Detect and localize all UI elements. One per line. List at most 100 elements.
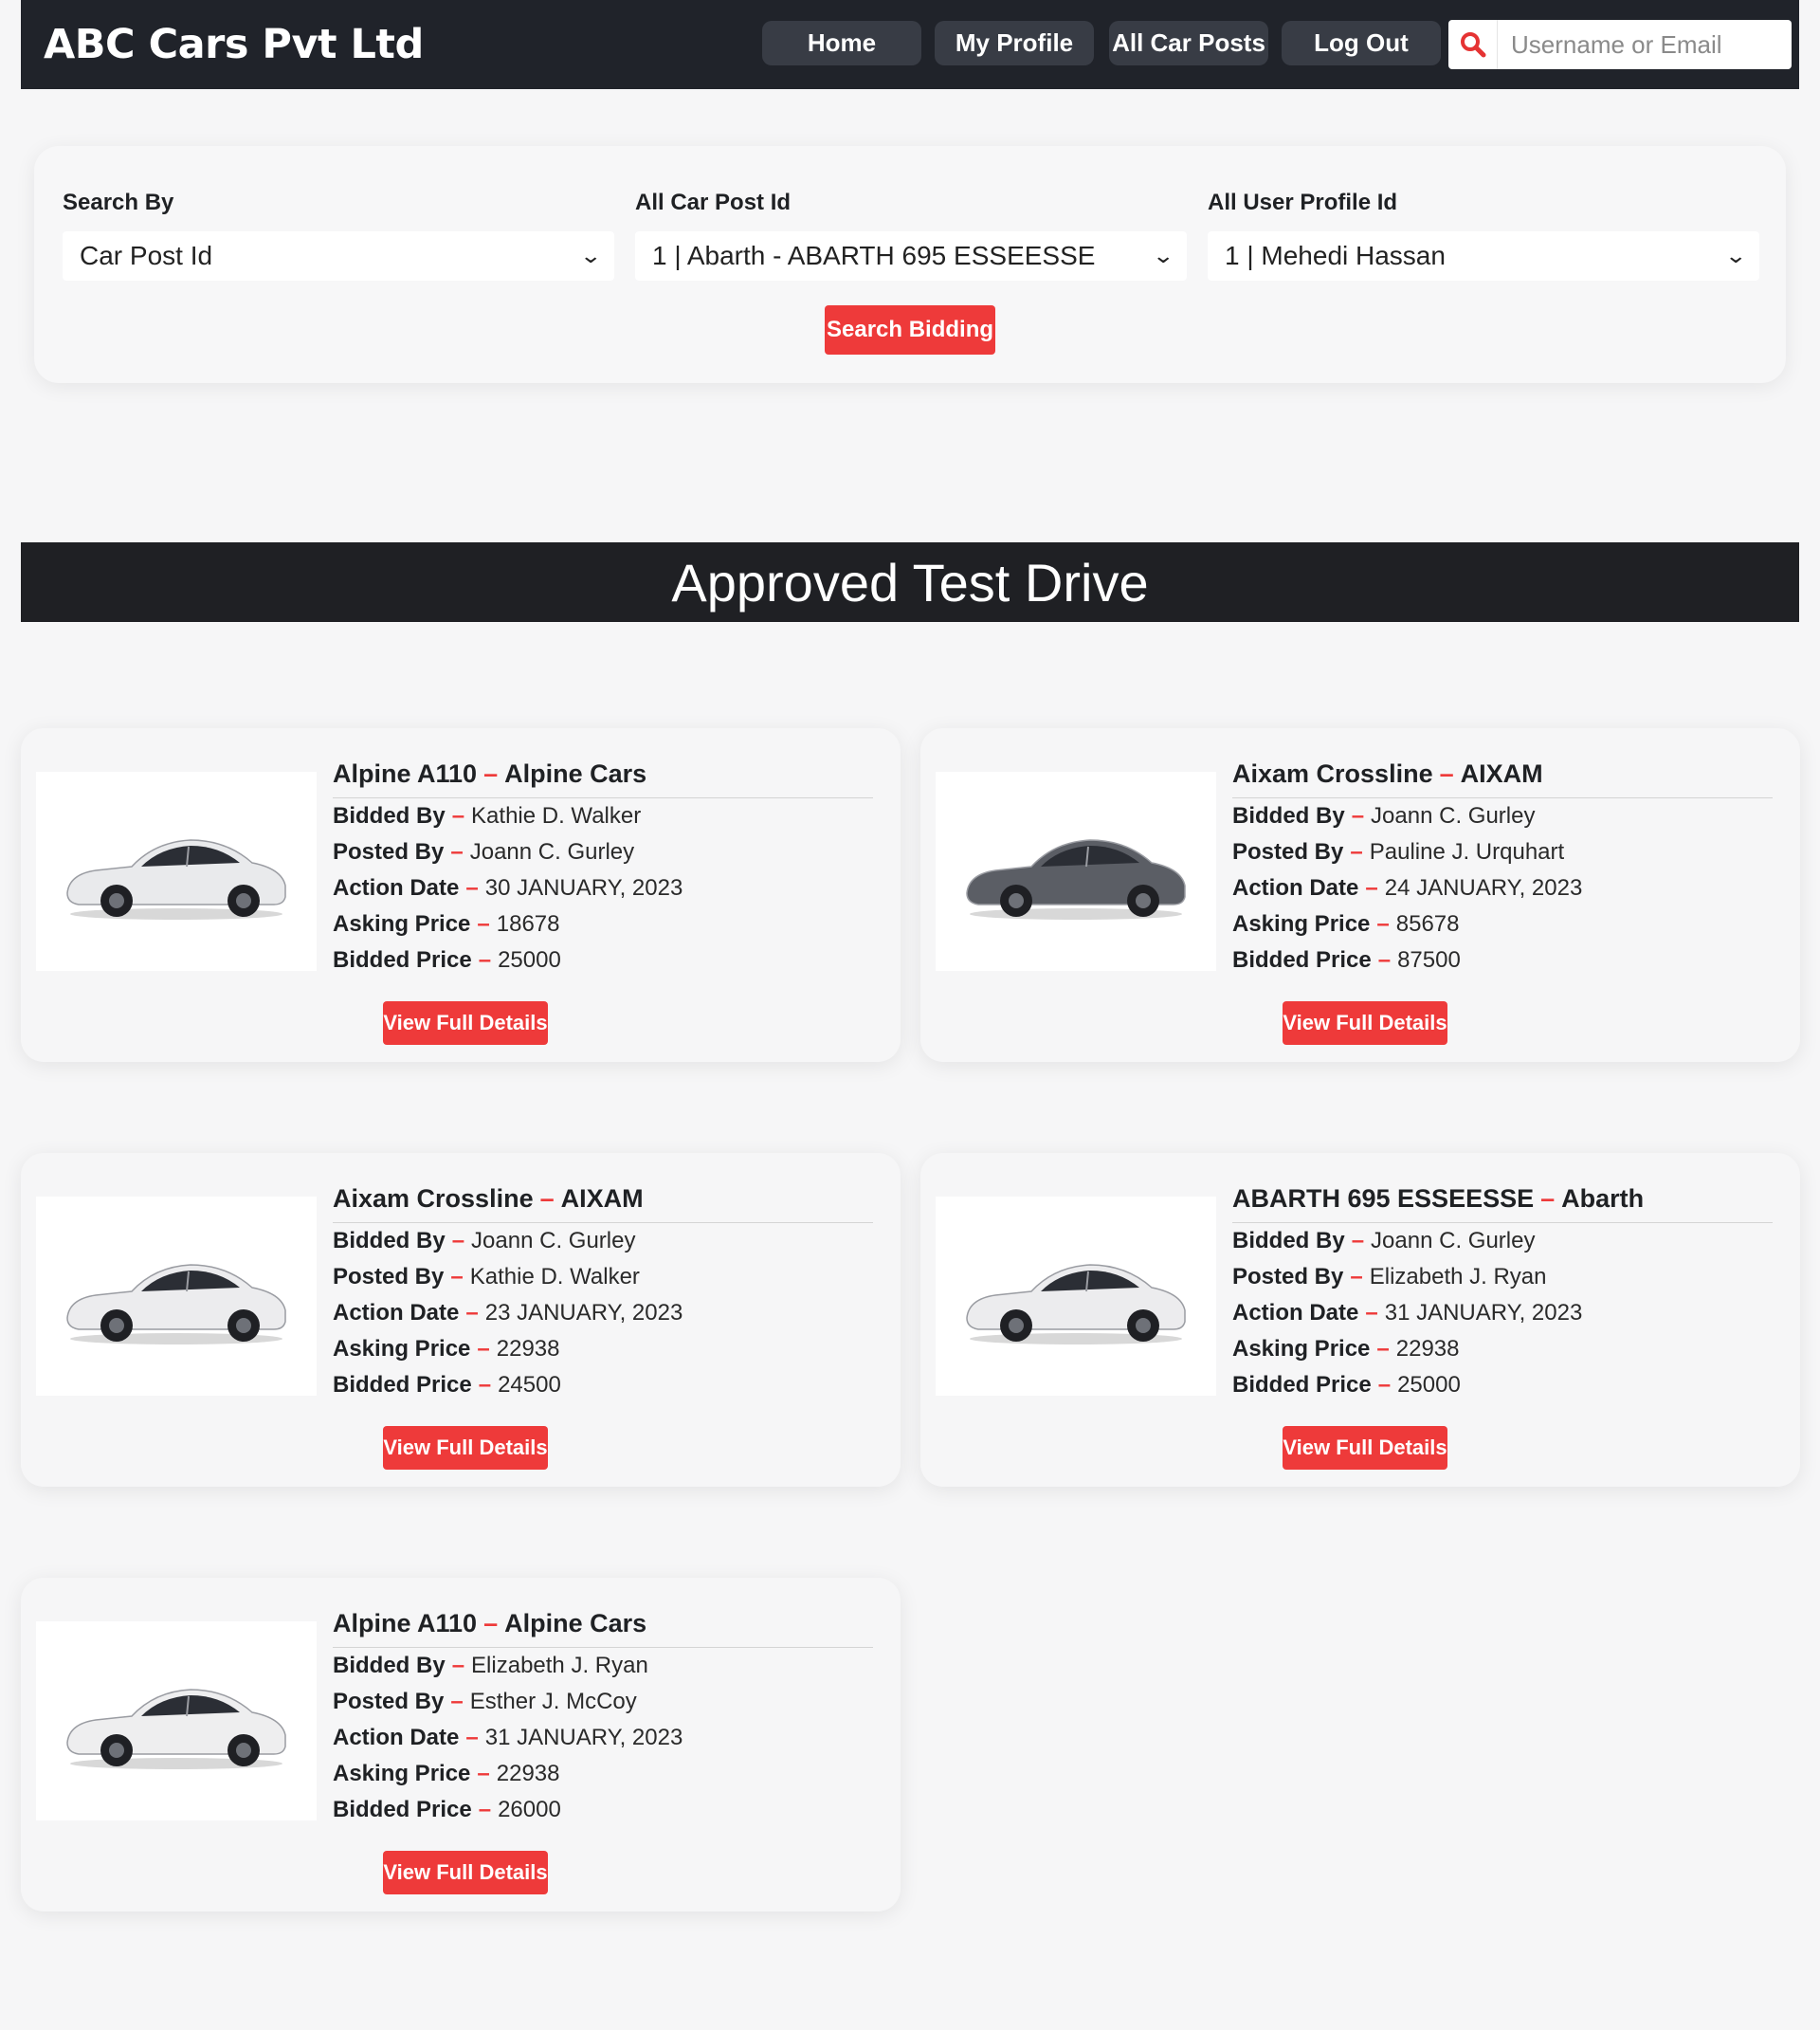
card-title: Alpine A110– Alpine Cars bbox=[333, 755, 873, 798]
car-model: Alpine A110 bbox=[333, 1609, 478, 1637]
posted-by-value: Esther J. McCoy bbox=[469, 1689, 637, 1714]
search-bidding-button[interactable]: Search Bidding bbox=[825, 305, 995, 355]
action-date-row: Action Date –30 JANUARY, 2023 bbox=[333, 870, 873, 906]
chevron-down-icon: ⌄ bbox=[578, 244, 602, 267]
posted-by-label: Posted By bbox=[1232, 1264, 1344, 1289]
nav-home-button[interactable]: Home bbox=[762, 21, 921, 65]
posted-by-value: Pauline J. Urquhart bbox=[1369, 839, 1565, 865]
test-drive-card: Aixam Crossline – AIXAM Bidded By – Joann C.… bbox=[21, 1153, 901, 1487]
posted-by-row: Posted By – Pauline J. Urquhart bbox=[1232, 834, 1773, 870]
row-separator: – bbox=[1351, 1228, 1365, 1253]
action-date-value: 31 JANUARY, 2023 bbox=[1384, 1300, 1583, 1326]
car-illustration bbox=[66, 1264, 286, 1344]
bidded-price-row: Bidded Price –87500 bbox=[1232, 942, 1773, 978]
asking-price-value: 22938 bbox=[1395, 1336, 1460, 1362]
row-separator: – bbox=[1376, 1336, 1390, 1362]
car-post-id-label: All Car Post Id bbox=[635, 190, 792, 215]
nav-my-profile-button[interactable]: My Profile bbox=[935, 21, 1094, 65]
posted-by-value: Joann C. Gurley bbox=[469, 839, 635, 865]
posted-by-label: Posted By bbox=[333, 1689, 445, 1714]
title-separator: – bbox=[1439, 759, 1454, 788]
bidded-price-value: 25000 bbox=[498, 947, 561, 973]
car-model: ABARTH 695 ESSEESSE bbox=[1232, 1184, 1535, 1213]
user-search-box bbox=[1448, 20, 1792, 69]
row-separator: – bbox=[450, 839, 464, 865]
row-separator: – bbox=[1377, 1372, 1392, 1398]
bidded-by-value: Kathie D. Walker bbox=[471, 803, 642, 829]
search-by-label: Search By bbox=[63, 190, 174, 215]
view-full-details-button[interactable]: View Full Details bbox=[1283, 1426, 1447, 1470]
action-date-label: Action Date bbox=[333, 1300, 460, 1326]
search-icon[interactable] bbox=[1448, 20, 1498, 69]
bidded-by-label: Bidded By bbox=[333, 1653, 446, 1678]
car-illustration bbox=[966, 1264, 1186, 1344]
card-info: ABARTH 695 ESSEESSE – Abarth Bidded By – Joa… bbox=[1232, 1180, 1773, 1403]
posted-by-row: Posted By – Joann C. Gurley bbox=[333, 834, 873, 870]
car-post-id-group: All Car Post Id 1 | Abarth - ABARTH 695 … bbox=[635, 190, 1187, 281]
bidded-by-row: Bidded By – Joann C. Gurley bbox=[333, 1223, 873, 1259]
user-profile-id-label: All User Profile Id bbox=[1208, 190, 1398, 215]
action-date-value: 30 JANUARY, 2023 bbox=[484, 875, 683, 901]
asking-price-value: 18678 bbox=[496, 911, 560, 937]
user-profile-id-select[interactable]: 1 | Mehedi Hassan ⌄ bbox=[1208, 231, 1759, 281]
card-info: Aixam Crossline – AIXAM Bidded By – Joann C.… bbox=[1232, 755, 1773, 978]
bidded-by-label: Bidded By bbox=[333, 1228, 446, 1253]
car-image bbox=[36, 772, 317, 971]
user-profile-id-group: All User Profile Id 1 | Mehedi Hassan ⌄ bbox=[1208, 190, 1759, 281]
row-separator: – bbox=[1377, 947, 1392, 973]
bidded-price-value: 87500 bbox=[1397, 947, 1461, 973]
car-model: Aixam Crossline bbox=[333, 1184, 534, 1213]
bidded-price-value: 25000 bbox=[1397, 1372, 1461, 1398]
car-image bbox=[936, 1197, 1216, 1396]
search-by-select[interactable]: Car Post Id ⌄ bbox=[63, 231, 614, 281]
asking-price-value: 22938 bbox=[496, 1761, 560, 1786]
asking-price-value: 22938 bbox=[496, 1336, 560, 1362]
nav-all-car-posts-button[interactable]: All Car Posts bbox=[1109, 21, 1268, 65]
row-separator: – bbox=[465, 875, 479, 901]
bidded-by-row: Bidded By – Joann C. Gurley bbox=[1232, 798, 1773, 834]
card-info: Aixam Crossline – AIXAM Bidded By – Joann C.… bbox=[333, 1180, 873, 1403]
asking-price-row: Asking Price –22938 bbox=[1232, 1331, 1773, 1367]
car-illustration bbox=[66, 839, 286, 920]
view-full-details-button[interactable]: View Full Details bbox=[1283, 1001, 1447, 1045]
car-image bbox=[36, 1621, 317, 1820]
card-title: Alpine A110– Alpine Cars bbox=[333, 1604, 873, 1648]
title-separator: – bbox=[483, 1609, 499, 1637]
car-image bbox=[936, 772, 1216, 971]
bidded-by-label: Bidded By bbox=[333, 803, 446, 829]
car-illustration bbox=[66, 1689, 286, 1769]
row-separator: – bbox=[465, 1725, 479, 1750]
asking-price-row: Asking Price –85678 bbox=[1232, 906, 1773, 942]
test-drive-card: Alpine A110– Alpine Cars Bidded By – Elizab… bbox=[21, 1578, 901, 1911]
action-date-row: Action Date –31 JANUARY, 2023 bbox=[1232, 1295, 1773, 1331]
nav-log-out-button[interactable]: Log Out bbox=[1282, 21, 1441, 65]
view-full-details-button[interactable]: View Full Details bbox=[383, 1851, 548, 1894]
bidded-price-row: Bidded Price –24500 bbox=[333, 1367, 873, 1403]
bidded-price-row: Bidded Price –25000 bbox=[333, 942, 873, 978]
user-search-input[interactable] bbox=[1498, 29, 1782, 60]
car-brand: Alpine Cars bbox=[504, 759, 647, 788]
brand-logo[interactable]: ABC Cars Pvt Ltd bbox=[44, 0, 424, 89]
posted-by-label: Posted By bbox=[333, 839, 445, 865]
asking-price-label: Asking Price bbox=[333, 1336, 471, 1362]
view-full-details-button[interactable]: View Full Details bbox=[383, 1001, 548, 1045]
bidding-filter-panel: Search By Car Post Id ⌄ All Car Post Id … bbox=[34, 146, 1786, 383]
view-full-details-button[interactable]: View Full Details bbox=[383, 1426, 548, 1470]
action-date-value: 31 JANUARY, 2023 bbox=[484, 1725, 683, 1750]
user-profile-id-value: 1 | Mehedi Hassan bbox=[1225, 241, 1446, 270]
card-title: Aixam Crossline – AIXAM bbox=[1232, 755, 1773, 798]
bidded-by-value: Elizabeth J. Ryan bbox=[471, 1653, 648, 1678]
row-separator: – bbox=[478, 947, 492, 973]
test-drive-card: ABARTH 695 ESSEESSE – Abarth Bidded By – Joa… bbox=[920, 1153, 1800, 1487]
chevron-down-icon: ⌄ bbox=[1723, 244, 1747, 267]
car-brand: Abarth bbox=[1561, 1184, 1645, 1213]
car-post-id-select[interactable]: 1 | Abarth - ABARTH 695 ESSEESSE ⌄ bbox=[635, 231, 1187, 281]
action-date-label: Action Date bbox=[1232, 1300, 1359, 1326]
row-separator: – bbox=[1350, 1264, 1363, 1289]
action-date-label: Action Date bbox=[333, 1725, 460, 1750]
bidded-by-label: Bidded By bbox=[1232, 803, 1345, 829]
posted-by-label: Posted By bbox=[333, 1264, 445, 1289]
chevron-down-icon: ⌄ bbox=[1151, 244, 1174, 267]
navbar: ABC Cars Pvt Ltd Home My Profile All Car… bbox=[21, 0, 1799, 89]
car-model: Aixam Crossline bbox=[1232, 759, 1433, 788]
